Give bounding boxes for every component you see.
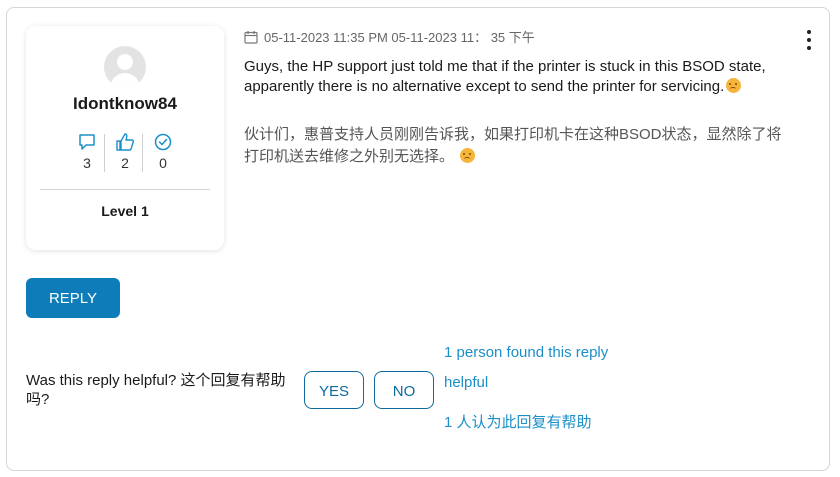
- timestamp-text: 05-11-2023 11:35 PM 05-11-2023 11： 35 下午: [264, 30, 535, 45]
- check-circle-icon: [154, 133, 172, 151]
- stat-kudos: 2: [108, 132, 142, 171]
- calendar-icon: [244, 31, 258, 44]
- divider: [40, 189, 210, 190]
- post-body-chinese-text: 伙计们，惠普支持人员刚刚告诉我，如果打印机卡在这种BSOD状态，显然除了将打印机…: [244, 126, 782, 165]
- post-body-english: Guys, the HP support just told me that i…: [244, 57, 784, 97]
- no-button[interactable]: NO: [374, 371, 434, 409]
- kebab-menu-icon[interactable]: [803, 30, 815, 56]
- yes-button[interactable]: YES: [304, 371, 364, 409]
- disappointed-emoji-icon: [726, 78, 742, 93]
- disappointed-emoji-icon: [460, 148, 476, 163]
- post-body-chinese: 伙计们，惠普支持人员刚刚告诉我，如果打印机卡在这种BSOD状态，显然除了将打印机…: [244, 124, 784, 168]
- username[interactable]: Idontknow84: [26, 94, 224, 114]
- stat-solutions: 0: [146, 132, 180, 171]
- helpful-count-line2[interactable]: helpful: [444, 374, 488, 391]
- message-icon: [79, 134, 95, 150]
- stat-posts: 3: [70, 132, 104, 171]
- helpful-count-zh[interactable]: 1 人认为此回复有帮助: [444, 411, 592, 432]
- helpful-question: Was this reply helpful? 这个回复有帮助吗?: [26, 372, 286, 408]
- avatar[interactable]: [104, 46, 146, 88]
- stat-divider: [104, 134, 105, 172]
- solutions-count: 0: [159, 155, 167, 171]
- avatar-placeholder-icon: [117, 54, 133, 70]
- helpful-count-line1[interactable]: 1 person found this reply: [444, 344, 608, 361]
- user-rank[interactable]: Level 1: [26, 203, 224, 219]
- kudos-count: 2: [121, 155, 129, 171]
- posts-count: 3: [83, 155, 91, 171]
- thumbs-up-icon: [116, 133, 135, 151]
- user-profile-card: Idontknow84 3 2 0 Level 1: [26, 26, 224, 250]
- user-stats: 3 2 0: [70, 132, 180, 174]
- post-timestamp: 05-11-2023 11:35 PM 05-11-2023 11： 35 下午: [244, 27, 535, 45]
- stat-divider: [142, 134, 143, 172]
- reply-button[interactable]: REPLY: [26, 278, 120, 318]
- post-body-english-text: Guys, the HP support just told me that i…: [244, 58, 766, 95]
